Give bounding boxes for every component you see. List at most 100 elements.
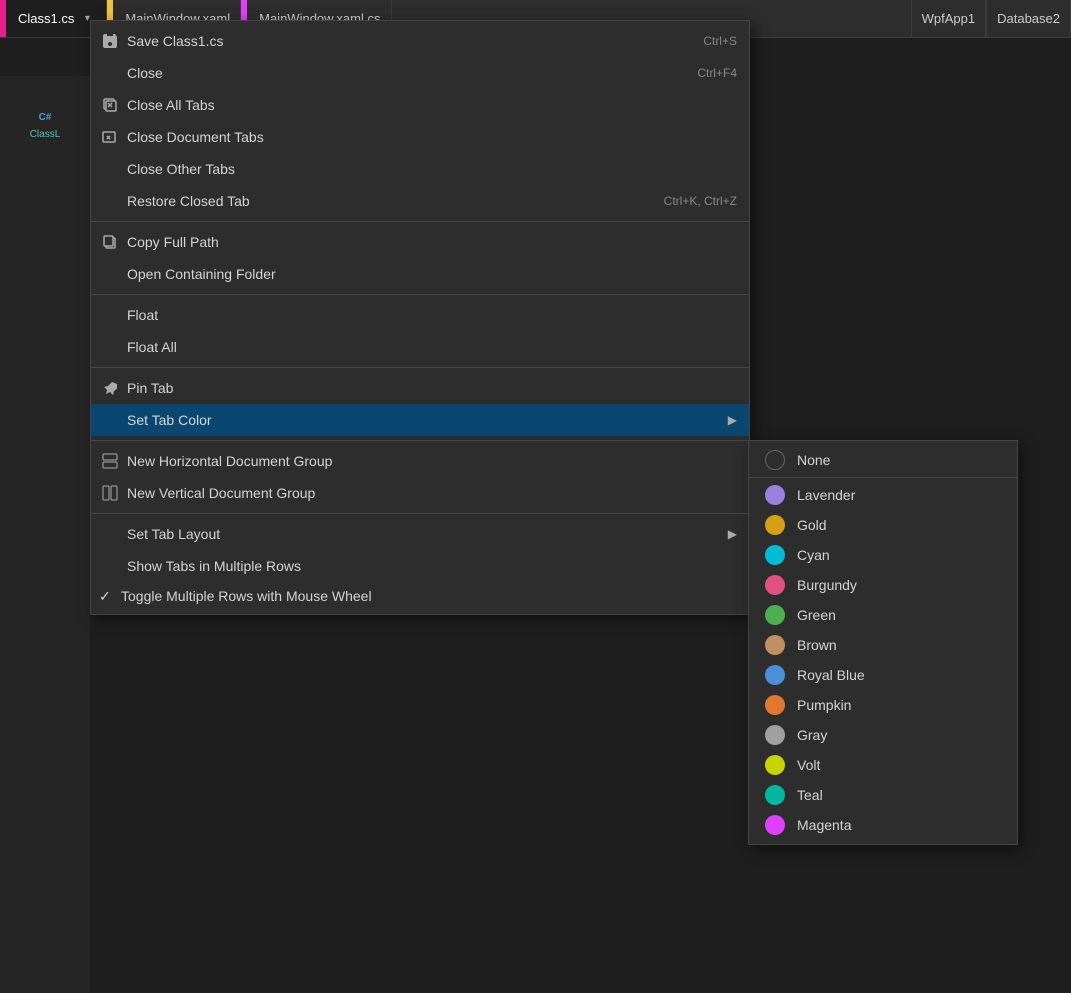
color-placeholder-icon — [99, 409, 121, 431]
color-swatch-none — [765, 450, 785, 470]
menu-label-restore-closed: Restore Closed Tab — [127, 193, 644, 209]
menu-item-float-all[interactable]: Float All — [91, 331, 749, 363]
menu-item-toggle-multiple-rows[interactable]: ✓ Toggle Multiple Rows with Mouse Wheel — [91, 582, 749, 610]
float-placeholder-icon — [99, 304, 121, 326]
menu-label-set-tab-color: Set Tab Color — [127, 412, 720, 428]
menu-label-show-tabs-multiple: Show Tabs in Multiple Rows — [127, 558, 737, 574]
menu-item-open-containing[interactable]: Open Containing Folder — [91, 258, 749, 290]
color-swatch-magenta — [765, 815, 785, 835]
menu-label-copy-full-path: Copy Full Path — [127, 234, 737, 250]
separator-1 — [91, 221, 749, 222]
color-label-brown: Brown — [797, 637, 837, 653]
color-label-gold: Gold — [797, 517, 827, 533]
color-label-none: None — [797, 452, 830, 468]
color-swatch-volt — [765, 755, 785, 775]
vert-group-icon — [99, 482, 121, 504]
menu-item-close-doc-tabs[interactable]: Close Document Tabs — [91, 121, 749, 153]
menu-label-open-containing: Open Containing Folder — [127, 266, 737, 282]
menu-item-close-other-tabs[interactable]: Close Other Tabs — [91, 153, 749, 185]
color-label-royal-blue: Royal Blue — [797, 667, 865, 683]
menu-label-float: Float — [127, 307, 737, 323]
color-label-volt: Volt — [797, 757, 820, 773]
menu-item-float[interactable]: Float — [91, 299, 749, 331]
menu-item-close[interactable]: Close Ctrl+F4 — [91, 57, 749, 89]
tab-dot-class1cs — [0, 0, 6, 37]
color-item-lavender[interactable]: Lavender — [749, 480, 1017, 510]
color-label-green: Green — [797, 607, 836, 623]
separator-3 — [91, 367, 749, 368]
context-menu: Save Class1.cs Ctrl+S Close Ctrl+F4 Clos… — [90, 20, 750, 615]
menu-label-toggle-multiple-rows: Toggle Multiple Rows with Mouse Wheel — [121, 588, 737, 604]
menu-item-set-tab-layout[interactable]: Set Tab Layout ▶ — [91, 518, 749, 550]
menu-item-pin-tab[interactable]: Pin Tab — [91, 372, 749, 404]
menu-label-set-tab-layout: Set Tab Layout — [127, 526, 720, 542]
submenu-arrow-set-tab-color: ▶ — [728, 413, 737, 427]
close-placeholder-icon — [99, 62, 121, 84]
menu-item-copy-full-path[interactable]: Copy Full Path — [91, 226, 749, 258]
sidebar-strip: C# ClassL — [0, 76, 90, 993]
sidebar-cs-icon: C# — [4, 112, 86, 123]
color-item-green[interactable]: Green — [749, 600, 1017, 630]
color-swatch-pumpkin — [765, 695, 785, 715]
menu-label-close-all-tabs: Close All Tabs — [127, 97, 737, 113]
color-swatch-lavender — [765, 485, 785, 505]
color-swatch-gray — [765, 725, 785, 745]
menu-item-new-vert-group[interactable]: New Vertical Document Group — [91, 477, 749, 509]
menu-shortcut-save: Ctrl+S — [703, 34, 737, 48]
color-swatch-green — [765, 605, 785, 625]
float-all-placeholder-icon — [99, 336, 121, 358]
tab-label-database2: Database2 — [997, 11, 1060, 26]
separator-2 — [91, 294, 749, 295]
tab-wpfapp1[interactable]: WpfApp1 — [911, 0, 986, 37]
color-item-none[interactable]: None — [749, 445, 1017, 475]
color-item-magenta[interactable]: Magenta — [749, 810, 1017, 840]
menu-shortcut-close: Ctrl+F4 — [697, 66, 737, 80]
menu-item-new-horiz-group[interactable]: New Horizontal Document Group — [91, 445, 749, 477]
menu-label-close-doc-tabs: Close Document Tabs — [127, 129, 737, 145]
menu-label-new-horiz-group: New Horizontal Document Group — [127, 453, 737, 469]
color-item-pumpkin[interactable]: Pumpkin — [749, 690, 1017, 720]
color-item-cyan[interactable]: Cyan — [749, 540, 1017, 570]
menu-label-float-all: Float All — [127, 339, 737, 355]
color-swatch-gold — [765, 515, 785, 535]
tab-database2[interactable]: Database2 — [986, 0, 1071, 37]
tab-label-class1cs: Class1.cs — [18, 11, 74, 26]
show-tabs-placeholder-icon — [99, 555, 121, 577]
color-item-gray[interactable]: Gray — [749, 720, 1017, 750]
color-swatch-cyan — [765, 545, 785, 565]
color-label-gray: Gray — [797, 727, 827, 743]
color-item-royal-blue[interactable]: Royal Blue — [749, 660, 1017, 690]
color-item-brown[interactable]: Brown — [749, 630, 1017, 660]
checkmark-toggle-multiple: ✓ — [99, 588, 117, 605]
menu-label-close: Close — [127, 65, 677, 81]
menu-item-restore-closed[interactable]: Restore Closed Tab Ctrl+K, Ctrl+Z — [91, 185, 749, 217]
menu-label-save: Save Class1.cs — [127, 33, 683, 49]
color-label-pumpkin: Pumpkin — [797, 697, 851, 713]
layout-placeholder-icon — [99, 523, 121, 545]
tab-label-wpfapp1: WpfApp1 — [922, 11, 975, 26]
separator-5 — [91, 513, 749, 514]
color-item-gold[interactable]: Gold — [749, 510, 1017, 540]
menu-item-save[interactable]: Save Class1.cs Ctrl+S — [91, 25, 749, 57]
menu-item-set-tab-color[interactable]: Set Tab Color ▶ — [91, 404, 749, 436]
menu-item-show-tabs-multiple[interactable]: Show Tabs in Multiple Rows — [91, 550, 749, 582]
color-item-volt[interactable]: Volt — [749, 750, 1017, 780]
save-icon — [99, 30, 121, 52]
menu-shortcut-restore-closed: Ctrl+K, Ctrl+Z — [664, 194, 737, 208]
tab-right-group: WpfApp1 Database2 — [911, 0, 1071, 37]
color-label-magenta: Magenta — [797, 817, 851, 833]
menu-item-close-all-tabs[interactable]: Close All Tabs — [91, 89, 749, 121]
close-other-placeholder-icon — [99, 158, 121, 180]
pin-icon — [99, 377, 121, 399]
color-swatch-burgundy — [765, 575, 785, 595]
menu-label-pin-tab: Pin Tab — [127, 380, 737, 396]
color-item-teal[interactable]: Teal — [749, 780, 1017, 810]
color-label-cyan: Cyan — [797, 547, 830, 563]
color-swatch-teal — [765, 785, 785, 805]
color-submenu: None Lavender Gold Cyan Burgundy Green B… — [748, 440, 1018, 845]
close-all-icon — [99, 94, 121, 116]
color-label-teal: Teal — [797, 787, 823, 803]
color-item-burgundy[interactable]: Burgundy — [749, 570, 1017, 600]
sidebar-class-icon: ClassL — [4, 129, 86, 140]
close-doc-icon — [99, 126, 121, 148]
